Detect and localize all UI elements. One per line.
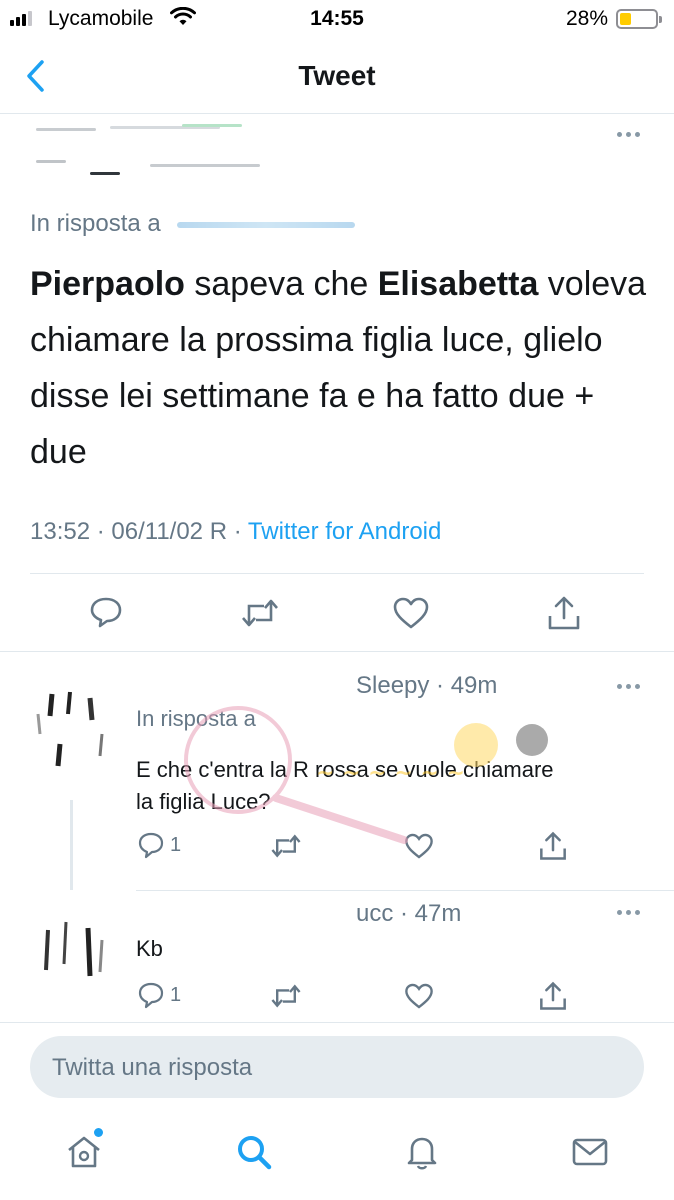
retweet-icon[interactable] bbox=[270, 832, 302, 860]
nav-bar: Tweet bbox=[0, 40, 674, 114]
divider bbox=[0, 1022, 674, 1023]
retweet-icon[interactable] bbox=[240, 596, 280, 630]
compose-placeholder: Twitta una risposta bbox=[52, 1054, 253, 1081]
divider bbox=[30, 573, 644, 574]
reply-icon[interactable] bbox=[136, 980, 166, 1010]
divider bbox=[136, 890, 674, 891]
reply-text: E che c'entra la R rossa se vuole chiama… bbox=[136, 757, 554, 814]
reply-icon[interactable] bbox=[88, 594, 124, 630]
status-bar: Lycamobile 14:55 28% bbox=[0, 0, 674, 38]
like-icon[interactable] bbox=[404, 832, 434, 860]
home-notification-dot bbox=[94, 1128, 103, 1137]
thread-line bbox=[70, 800, 73, 890]
messages-icon[interactable] bbox=[570, 1132, 610, 1172]
divider bbox=[0, 651, 674, 652]
tweet-timestamp: 13:52 · 06/11/02 R · Twitter for Android bbox=[30, 518, 442, 545]
page-title: Tweet bbox=[298, 60, 376, 91]
search-icon[interactable] bbox=[234, 1132, 274, 1172]
avatar bbox=[30, 900, 110, 990]
like-icon[interactable] bbox=[404, 982, 434, 1010]
tweet-source-link[interactable]: Twitter for Android bbox=[248, 518, 441, 545]
reply-meta: Sleepy · 49m bbox=[356, 672, 498, 699]
battery-percent: 28% bbox=[566, 7, 609, 30]
obscured-handle bbox=[177, 221, 356, 228]
reply-count: 1 bbox=[170, 834, 182, 856]
reply-compose-field[interactable]: Twitta una risposta bbox=[30, 1036, 644, 1098]
reply-count: 1 bbox=[170, 984, 182, 1006]
reply-icon[interactable] bbox=[136, 830, 166, 860]
in-reply-to: In risposta a bbox=[136, 706, 256, 731]
in-reply-to: In risposta a bbox=[30, 210, 356, 238]
tweet-text: Pierpaolo sapeva che Elisabetta voleva c… bbox=[30, 265, 647, 471]
notifications-icon[interactable] bbox=[402, 1132, 442, 1172]
avatar bbox=[30, 674, 110, 774]
share-icon[interactable] bbox=[538, 980, 568, 1012]
reply-text: Kb bbox=[136, 936, 163, 961]
reply-meta: ucc · 47m bbox=[356, 900, 462, 927]
home-icon[interactable] bbox=[64, 1132, 104, 1172]
retweet-icon[interactable] bbox=[270, 982, 302, 1010]
more-options-icon[interactable] bbox=[617, 910, 640, 915]
like-icon[interactable] bbox=[392, 596, 430, 630]
battery-icon bbox=[616, 9, 662, 29]
more-options-icon[interactable] bbox=[617, 684, 640, 689]
more-options-icon[interactable] bbox=[617, 132, 640, 137]
share-icon[interactable] bbox=[538, 830, 568, 862]
share-icon[interactable] bbox=[546, 594, 582, 632]
tab-bar bbox=[0, 1110, 674, 1200]
